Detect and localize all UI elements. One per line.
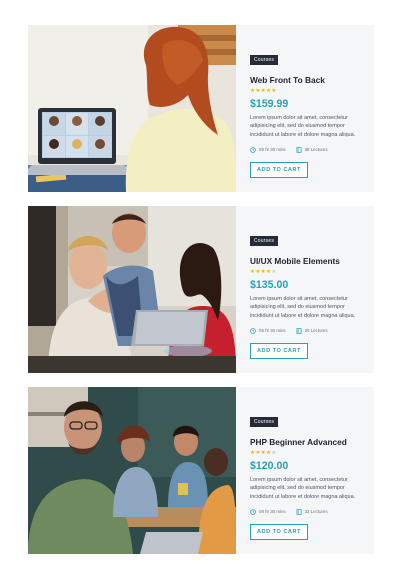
add-to-cart-button[interactable]: ADD TO CART xyxy=(250,342,308,359)
category-badge: Courses xyxy=(250,55,279,65)
course-photo-laptop-video-call xyxy=(28,25,236,192)
course-title[interactable]: PHP Beginner Advanced xyxy=(250,437,374,447)
course-description: Lorem ipsum dolor sit amet, consectetur … xyxy=(250,296,356,319)
star-empty-icon: ★ xyxy=(271,450,277,456)
lectures: 32 Lectures xyxy=(296,509,328,515)
book-icon xyxy=(296,147,302,153)
duration-text: 08 hr 30 mins xyxy=(259,509,286,515)
course-price: $135.00 xyxy=(250,279,289,291)
add-to-cart-button[interactable]: ADD TO CART xyxy=(250,161,308,178)
lectures-text: 38 Lectures xyxy=(304,147,328,153)
course-image[interactable] xyxy=(28,206,236,373)
duration: 09 hr 30 mins xyxy=(250,147,286,153)
rating-stars: ★★★★★ xyxy=(250,450,374,457)
rating-stars: ★★★★★ xyxy=(250,269,374,276)
course-description: Lorem ipsum dolor sit amet, consectetur … xyxy=(250,115,356,138)
clock-icon xyxy=(250,147,256,153)
lectures-text: 20 Lectures xyxy=(304,328,328,334)
star-icon: ★ xyxy=(271,88,277,94)
duration: 08 hr 30 mins xyxy=(250,509,286,515)
category-badge: Courses xyxy=(250,417,279,427)
course-photo-group-study xyxy=(28,387,236,554)
course-card[interactable]: Courses Web Front To Back ★★★★★ $159.99 … xyxy=(28,25,374,192)
course-price: $159.99 xyxy=(250,98,289,110)
course-info: Courses UI/UX Mobile Elements ★★★★★ $135… xyxy=(236,206,374,373)
course-photo-students-laptop xyxy=(28,206,236,373)
course-info: Courses PHP Beginner Advanced ★★★★★ $120… xyxy=(236,387,374,554)
course-title[interactable]: UI/UX Mobile Elements xyxy=(250,256,374,266)
course-description: Lorem ipsum dolor sit amet, consectetur … xyxy=(250,477,356,500)
star-empty-icon: ★ xyxy=(271,269,277,275)
duration-text: 06 hr 30 mins xyxy=(259,328,286,334)
lectures-text: 32 Lectures xyxy=(304,509,328,515)
course-price: $120.00 xyxy=(250,460,289,472)
course-image[interactable] xyxy=(28,25,236,192)
lectures: 38 Lectures xyxy=(296,147,328,153)
course-image[interactable] xyxy=(28,387,236,554)
duration-text: 09 hr 30 mins xyxy=(259,147,286,153)
lectures: 20 Lectures xyxy=(296,328,328,334)
add-to-cart-button[interactable]: ADD TO CART xyxy=(250,523,308,540)
course-meta: 09 hr 30 mins 38 Lectures xyxy=(250,147,374,153)
course-card[interactable]: Courses PHP Beginner Advanced ★★★★★ $120… xyxy=(28,387,374,554)
clock-icon xyxy=(250,509,256,515)
clock-icon xyxy=(250,328,256,334)
course-title[interactable]: Web Front To Back xyxy=(250,75,374,85)
book-icon xyxy=(296,509,302,515)
book-icon xyxy=(296,328,302,334)
category-badge: Courses xyxy=(250,236,279,246)
rating-stars: ★★★★★ xyxy=(250,88,374,95)
course-info: Courses Web Front To Back ★★★★★ $159.99 … xyxy=(236,25,374,192)
course-card[interactable]: Courses UI/UX Mobile Elements ★★★★★ $135… xyxy=(28,206,374,373)
duration: 06 hr 30 mins xyxy=(250,328,286,334)
course-meta: 08 hr 30 mins 32 Lectures xyxy=(250,509,374,515)
course-meta: 06 hr 30 mins 20 Lectures xyxy=(250,328,374,334)
